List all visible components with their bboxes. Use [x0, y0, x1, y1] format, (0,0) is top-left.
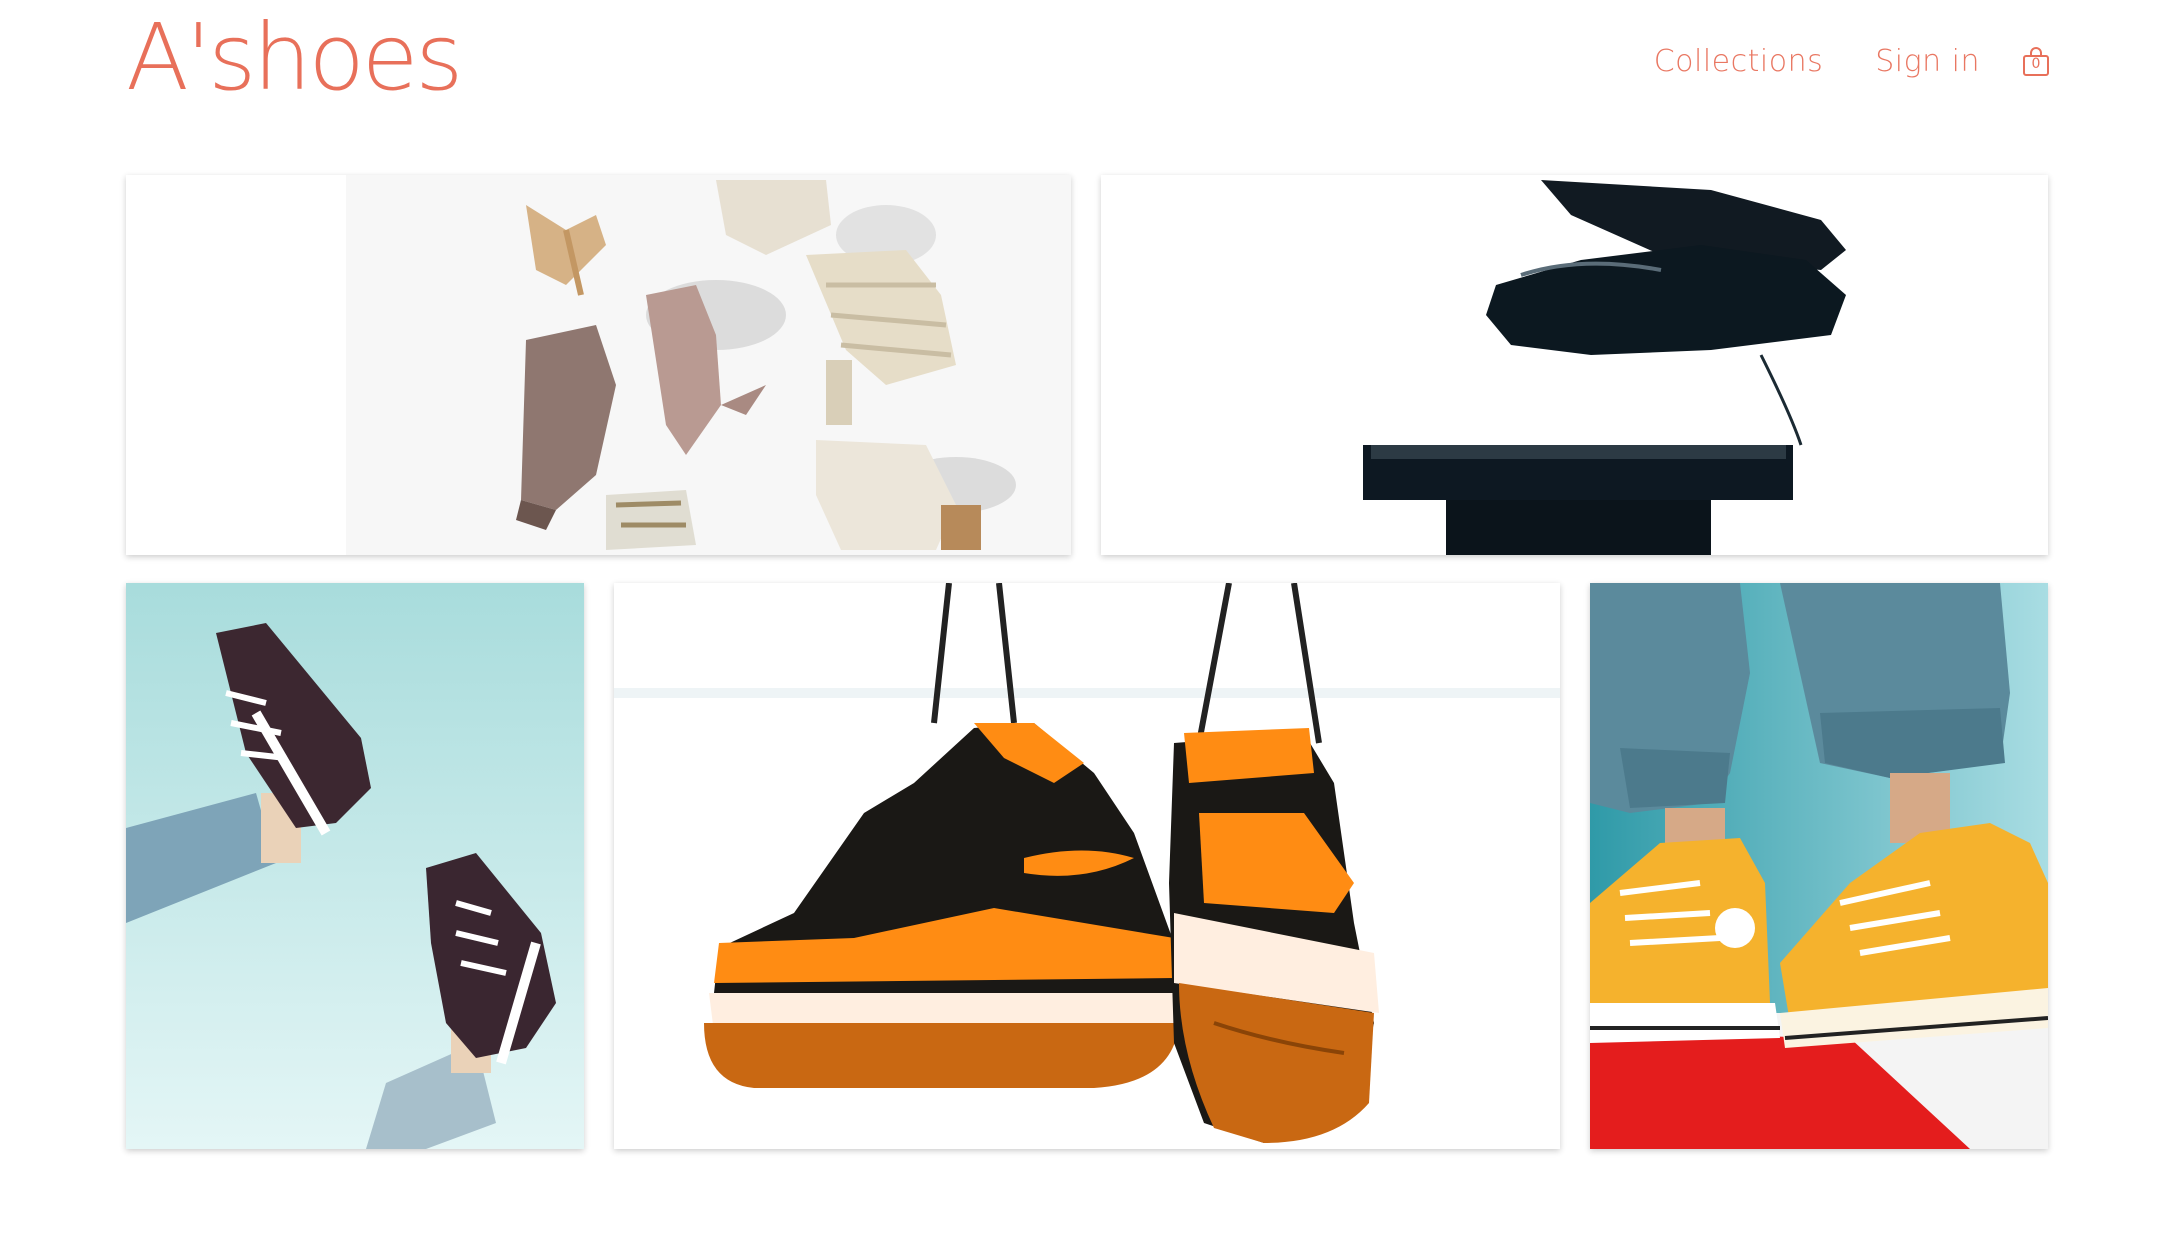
brand-logo[interactable]: A'shoes	[126, 12, 463, 104]
cart-button[interactable]: 0	[2022, 46, 2050, 77]
collection-tile-sneakers[interactable]	[126, 583, 584, 1149]
site-header: A'shoes Collections Sign in 0	[0, 0, 2160, 160]
collection-tile-hightops[interactable]	[1590, 583, 2048, 1149]
yellow-hightop-sneakers-image	[1590, 583, 2048, 1149]
collection-tile-dress-shoes[interactable]	[1101, 175, 2048, 555]
hanging-orange-sneakers-image	[614, 583, 1560, 1149]
leather-dress-shoes-image	[1101, 175, 2048, 555]
heels-flatlay-image	[126, 175, 1071, 555]
main-nav: Collections Sign in 0	[1602, 44, 2050, 79]
nav-sign-in-link[interactable]: Sign in	[1875, 44, 1980, 79]
checkered-sneakers-image	[126, 583, 584, 1149]
collection-tile-orange-sneakers[interactable]	[614, 583, 1560, 1149]
nav-collections-link[interactable]: Collections	[1654, 44, 1824, 79]
collection-tile-heels[interactable]	[126, 175, 1071, 555]
cart-count: 0	[2031, 55, 2041, 72]
